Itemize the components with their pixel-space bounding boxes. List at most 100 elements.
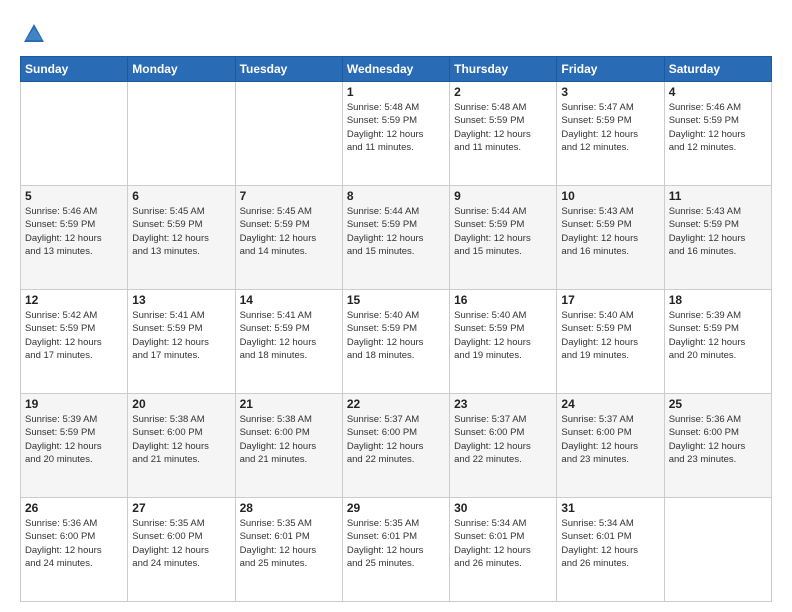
day-info: Sunrise: 5:37 AM Sunset: 6:00 PM Dayligh…	[561, 413, 659, 466]
day-number: 11	[669, 189, 767, 203]
day-number: 1	[347, 85, 445, 99]
calendar-cell	[128, 82, 235, 186]
calendar-cell: 30 Sunrise: 5:34 AM Sunset: 6:01 PM Dayli…	[450, 498, 557, 602]
calendar-cell: 13 Sunrise: 5:41 AM Sunset: 5:59 PM Dayli…	[128, 290, 235, 394]
day-info: Sunrise: 5:43 AM Sunset: 5:59 PM Dayligh…	[561, 205, 659, 258]
calendar-cell: 1 Sunrise: 5:48 AM Sunset: 5:59 PM Daylig…	[342, 82, 449, 186]
logo-icon	[20, 20, 48, 48]
day-info: Sunrise: 5:38 AM Sunset: 6:00 PM Dayligh…	[132, 413, 230, 466]
day-number: 5	[25, 189, 123, 203]
calendar-cell: 22 Sunrise: 5:37 AM Sunset: 6:00 PM Dayli…	[342, 394, 449, 498]
day-info: Sunrise: 5:34 AM Sunset: 6:01 PM Dayligh…	[454, 517, 552, 570]
calendar-cell: 27 Sunrise: 5:35 AM Sunset: 6:00 PM Dayli…	[128, 498, 235, 602]
day-info: Sunrise: 5:41 AM Sunset: 5:59 PM Dayligh…	[132, 309, 230, 362]
calendar-cell: 15 Sunrise: 5:40 AM Sunset: 5:59 PM Dayli…	[342, 290, 449, 394]
day-info: Sunrise: 5:45 AM Sunset: 5:59 PM Dayligh…	[132, 205, 230, 258]
day-info: Sunrise: 5:35 AM Sunset: 6:00 PM Dayligh…	[132, 517, 230, 570]
calendar-week-row: 5 Sunrise: 5:46 AM Sunset: 5:59 PM Daylig…	[21, 186, 772, 290]
calendar-cell: 12Sunrise: 5:42 AM Sunset: 5:59 PM Dayli…	[21, 290, 128, 394]
day-number: 21	[240, 397, 338, 411]
day-header-saturday: Saturday	[664, 57, 771, 82]
calendar-cell: 8 Sunrise: 5:44 AM Sunset: 5:59 PM Daylig…	[342, 186, 449, 290]
day-header-wednesday: Wednesday	[342, 57, 449, 82]
day-info: Sunrise: 5:47 AM Sunset: 5:59 PM Dayligh…	[561, 101, 659, 154]
header	[20, 16, 772, 48]
calendar-cell: 25 Sunrise: 5:36 AM Sunset: 6:00 PM Dayli…	[664, 394, 771, 498]
calendar-week-row: 1 Sunrise: 5:48 AM Sunset: 5:59 PM Daylig…	[21, 82, 772, 186]
calendar-cell: 9 Sunrise: 5:44 AM Sunset: 5:59 PM Daylig…	[450, 186, 557, 290]
calendar-cell: 7 Sunrise: 5:45 AM Sunset: 5:59 PM Daylig…	[235, 186, 342, 290]
day-info: Sunrise: 5:38 AM Sunset: 6:00 PM Dayligh…	[240, 413, 338, 466]
day-info: Sunrise: 5:35 AM Sunset: 6:01 PM Dayligh…	[240, 517, 338, 570]
day-number: 12	[25, 293, 123, 307]
day-info: Sunrise: 5:36 AM Sunset: 6:00 PM Dayligh…	[669, 413, 767, 466]
day-number: 15	[347, 293, 445, 307]
calendar-cell: 16 Sunrise: 5:40 AM Sunset: 5:59 PM Dayli…	[450, 290, 557, 394]
calendar-cell: 28 Sunrise: 5:35 AM Sunset: 6:01 PM Dayli…	[235, 498, 342, 602]
day-info: Sunrise: 5:45 AM Sunset: 5:59 PM Dayligh…	[240, 205, 338, 258]
calendar-header-row: SundayMondayTuesdayWednesdayThursdayFrid…	[21, 57, 772, 82]
calendar-cell: 20 Sunrise: 5:38 AM Sunset: 6:00 PM Dayli…	[128, 394, 235, 498]
day-info: Sunrise: 5:41 AM Sunset: 5:59 PM Dayligh…	[240, 309, 338, 362]
calendar-cell: 29Sunrise: 5:35 AM Sunset: 6:01 PM Dayli…	[342, 498, 449, 602]
day-info: Sunrise: 5:40 AM Sunset: 5:59 PM Dayligh…	[347, 309, 445, 362]
calendar-cell: 11 Sunrise: 5:43 AM Sunset: 5:59 PM Dayli…	[664, 186, 771, 290]
day-info: Sunrise: 5:48 AM Sunset: 5:59 PM Dayligh…	[347, 101, 445, 154]
calendar-cell: 17Sunrise: 5:40 AM Sunset: 5:59 PM Dayli…	[557, 290, 664, 394]
day-number: 23	[454, 397, 552, 411]
day-info: Sunrise: 5:35 AM Sunset: 6:01 PM Dayligh…	[347, 517, 445, 570]
logo	[20, 20, 52, 48]
day-number: 25	[669, 397, 767, 411]
calendar-cell: 19Sunrise: 5:39 AM Sunset: 5:59 PM Dayli…	[21, 394, 128, 498]
calendar-week-row: 19Sunrise: 5:39 AM Sunset: 5:59 PM Dayli…	[21, 394, 772, 498]
day-number: 28	[240, 501, 338, 515]
day-info: Sunrise: 5:46 AM Sunset: 5:59 PM Dayligh…	[25, 205, 123, 258]
day-number: 27	[132, 501, 230, 515]
day-number: 24	[561, 397, 659, 411]
day-header-friday: Friday	[557, 57, 664, 82]
calendar-cell: 4 Sunrise: 5:46 AM Sunset: 5:59 PM Daylig…	[664, 82, 771, 186]
calendar-cell: 14 Sunrise: 5:41 AM Sunset: 5:59 PM Dayli…	[235, 290, 342, 394]
calendar-cell: 24 Sunrise: 5:37 AM Sunset: 6:00 PM Dayli…	[557, 394, 664, 498]
day-number: 6	[132, 189, 230, 203]
day-number: 10	[561, 189, 659, 203]
day-number: 22	[347, 397, 445, 411]
day-info: Sunrise: 5:44 AM Sunset: 5:59 PM Dayligh…	[454, 205, 552, 258]
day-number: 14	[240, 293, 338, 307]
day-header-sunday: Sunday	[21, 57, 128, 82]
calendar-cell: 5 Sunrise: 5:46 AM Sunset: 5:59 PM Daylig…	[21, 186, 128, 290]
day-number: 20	[132, 397, 230, 411]
calendar-cell: 6 Sunrise: 5:45 AM Sunset: 5:59 PM Daylig…	[128, 186, 235, 290]
day-number: 18	[669, 293, 767, 307]
day-info: Sunrise: 5:34 AM Sunset: 6:01 PM Dayligh…	[561, 517, 659, 570]
day-number: 8	[347, 189, 445, 203]
day-number: 7	[240, 189, 338, 203]
calendar-cell: 3Sunrise: 5:47 AM Sunset: 5:59 PM Daylig…	[557, 82, 664, 186]
day-number: 4	[669, 85, 767, 99]
day-info: Sunrise: 5:46 AM Sunset: 5:59 PM Dayligh…	[669, 101, 767, 154]
calendar-cell	[664, 498, 771, 602]
calendar-cell: 10 Sunrise: 5:43 AM Sunset: 5:59 PM Dayli…	[557, 186, 664, 290]
calendar-cell: 18 Sunrise: 5:39 AM Sunset: 5:59 PM Dayli…	[664, 290, 771, 394]
calendar-cell: 26Sunrise: 5:36 AM Sunset: 6:00 PM Dayli…	[21, 498, 128, 602]
day-number: 17	[561, 293, 659, 307]
day-info: Sunrise: 5:43 AM Sunset: 5:59 PM Dayligh…	[669, 205, 767, 258]
calendar-cell: 21 Sunrise: 5:38 AM Sunset: 6:00 PM Dayli…	[235, 394, 342, 498]
day-number: 30	[454, 501, 552, 515]
day-header-thursday: Thursday	[450, 57, 557, 82]
day-number: 31	[561, 501, 659, 515]
day-info: Sunrise: 5:40 AM Sunset: 5:59 PM Dayligh…	[454, 309, 552, 362]
calendar-cell: 2Sunrise: 5:48 AM Sunset: 5:59 PM Daylig…	[450, 82, 557, 186]
day-header-monday: Monday	[128, 57, 235, 82]
day-info: Sunrise: 5:36 AM Sunset: 6:00 PM Dayligh…	[25, 517, 123, 570]
day-number: 16	[454, 293, 552, 307]
day-number: 9	[454, 189, 552, 203]
day-info: Sunrise: 5:37 AM Sunset: 6:00 PM Dayligh…	[347, 413, 445, 466]
calendar-cell: 23Sunrise: 5:37 AM Sunset: 6:00 PM Dayli…	[450, 394, 557, 498]
day-info: Sunrise: 5:39 AM Sunset: 5:59 PM Dayligh…	[669, 309, 767, 362]
day-info: Sunrise: 5:48 AM Sunset: 5:59 PM Dayligh…	[454, 101, 552, 154]
calendar-week-row: 12Sunrise: 5:42 AM Sunset: 5:59 PM Dayli…	[21, 290, 772, 394]
calendar-cell	[21, 82, 128, 186]
day-number: 13	[132, 293, 230, 307]
day-info: Sunrise: 5:44 AM Sunset: 5:59 PM Dayligh…	[347, 205, 445, 258]
